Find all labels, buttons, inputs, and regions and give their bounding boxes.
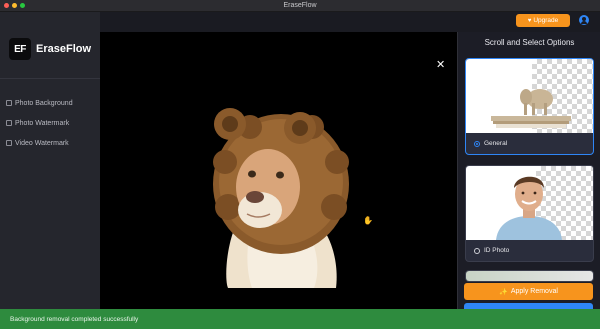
upgrade-button[interactable]: ♥ Upgrade [516, 14, 570, 27]
options-panel: Scroll and Select Options General ID Pho… [457, 32, 600, 309]
sidebar-item-photo-watermark[interactable]: Photo Watermark [6, 117, 69, 129]
radio-id-photo[interactable] [474, 247, 480, 254]
sidebar-item-label: Photo Watermark [15, 119, 70, 127]
option-card-general[interactable]: General [465, 58, 594, 155]
window-title: EraseFlow [283, 2, 317, 9]
sidebar-item-photo-background[interactable]: Photo Background [6, 97, 73, 109]
sidebar-item-label: Photo Background [15, 99, 73, 107]
upgrade-label: Upgrade [533, 17, 559, 24]
apply-removal-button[interactable]: ✨ Apply Removal [464, 283, 593, 300]
app-name: EraseFlow [36, 43, 92, 55]
app-logo: EF [9, 38, 31, 60]
option-label: General [484, 140, 508, 147]
hand-cursor-icon: ✋ [363, 216, 373, 225]
sidebar-divider [0, 78, 100, 79]
heart-icon: ♥ [527, 17, 532, 24]
title-bar: EraseFlow [0, 0, 600, 12]
sidebar-item-video-watermark[interactable]: Video Watermark [6, 137, 69, 149]
sidebar: EF EraseFlow Photo Background Photo Wate… [0, 12, 101, 309]
sidebar-item-label: Video Watermark [15, 139, 69, 147]
photo-watermark-icon [6, 120, 12, 126]
apply-removal-label: Apply Removal [510, 288, 558, 295]
option-label: ID Photo [484, 247, 510, 254]
result-image [213, 108, 349, 288]
general-preview-image [466, 59, 593, 133]
options-panel-title: Scroll and Select Options [484, 38, 575, 47]
option-card-partial[interactable] [465, 270, 594, 282]
success-toast: Background removal completed successfull… [0, 309, 600, 329]
photo-background-icon [6, 100, 12, 106]
magic-wand-icon: ✨ [499, 288, 508, 296]
radio-general[interactable] [474, 140, 480, 147]
option-card-id-photo[interactable]: ID Photo [465, 165, 594, 262]
user-icon[interactable] [579, 15, 589, 25]
close-icon[interactable]: ✕ [436, 60, 445, 71]
video-watermark-icon [6, 140, 12, 146]
image-canvas[interactable]: ✕ ✋ [100, 32, 457, 309]
toast-message: Background removal completed successfull… [10, 315, 139, 323]
id-photo-preview-image [466, 166, 593, 240]
